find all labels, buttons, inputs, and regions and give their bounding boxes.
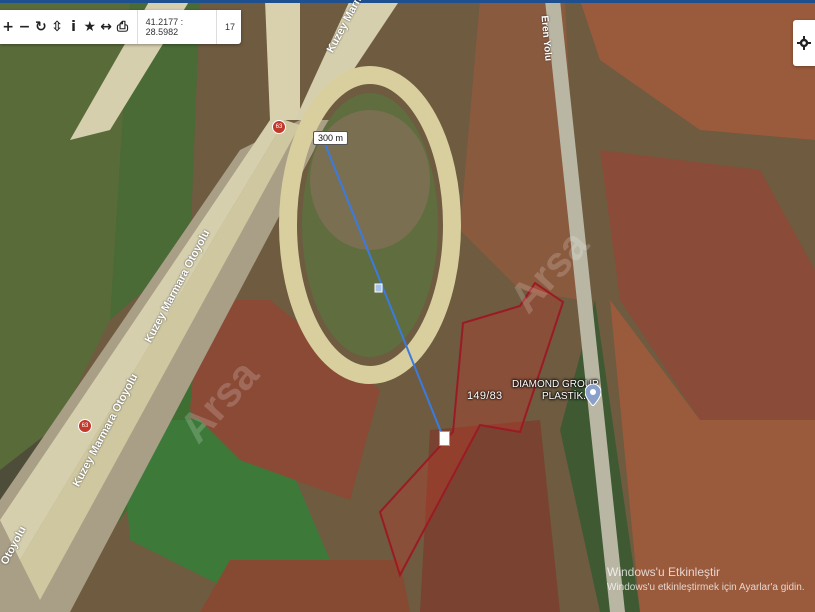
settings-button[interactable] [793, 20, 815, 66]
zoom-out-icon[interactable]: − [16, 10, 32, 44]
coordinates-readout: 41.2177 : 28.5982 [136, 10, 216, 44]
measure-midpoint[interactable] [374, 283, 383, 293]
field-brown-bottom-left [200, 560, 410, 612]
map-toolbar: + − ↻ ⇳ i ★ ↔ ⎙ 41.2177 : 28.5982 17 [0, 10, 241, 44]
zoom-level: 17 [216, 10, 241, 44]
rotate-icon[interactable]: ↻ [33, 10, 49, 44]
star-icon[interactable]: ★ [82, 10, 98, 44]
ramp-vertical [265, 0, 300, 120]
satellite-map[interactable] [0, 0, 815, 612]
info-icon[interactable]: i [65, 10, 81, 44]
zoom-in-icon[interactable]: + [0, 10, 16, 44]
location-pin-icon[interactable] [585, 384, 601, 406]
distance-label: 300 m [313, 131, 349, 145]
navigate-icon[interactable]: ⇳ [49, 10, 65, 44]
activation-title: Windows'u Etkinleştir [607, 565, 720, 579]
gear-icon [797, 36, 811, 50]
windows-activation-overlay: Windows'u Etkinleştir Windows'u etkinleş… [607, 564, 805, 596]
measure-icon[interactable]: ↔ [98, 10, 114, 44]
route-shield-1: 63 [272, 120, 286, 134]
print-icon[interactable]: ⎙ [114, 10, 130, 44]
route-shield-2: 63 [78, 419, 92, 433]
measure-end-marker[interactable] [439, 431, 450, 446]
activation-subtitle: Windows'u etkinleştirmek için Ayarlar'a … [607, 582, 805, 593]
top-bar [0, 0, 815, 3]
parcel-label: 149/83 [467, 390, 503, 402]
